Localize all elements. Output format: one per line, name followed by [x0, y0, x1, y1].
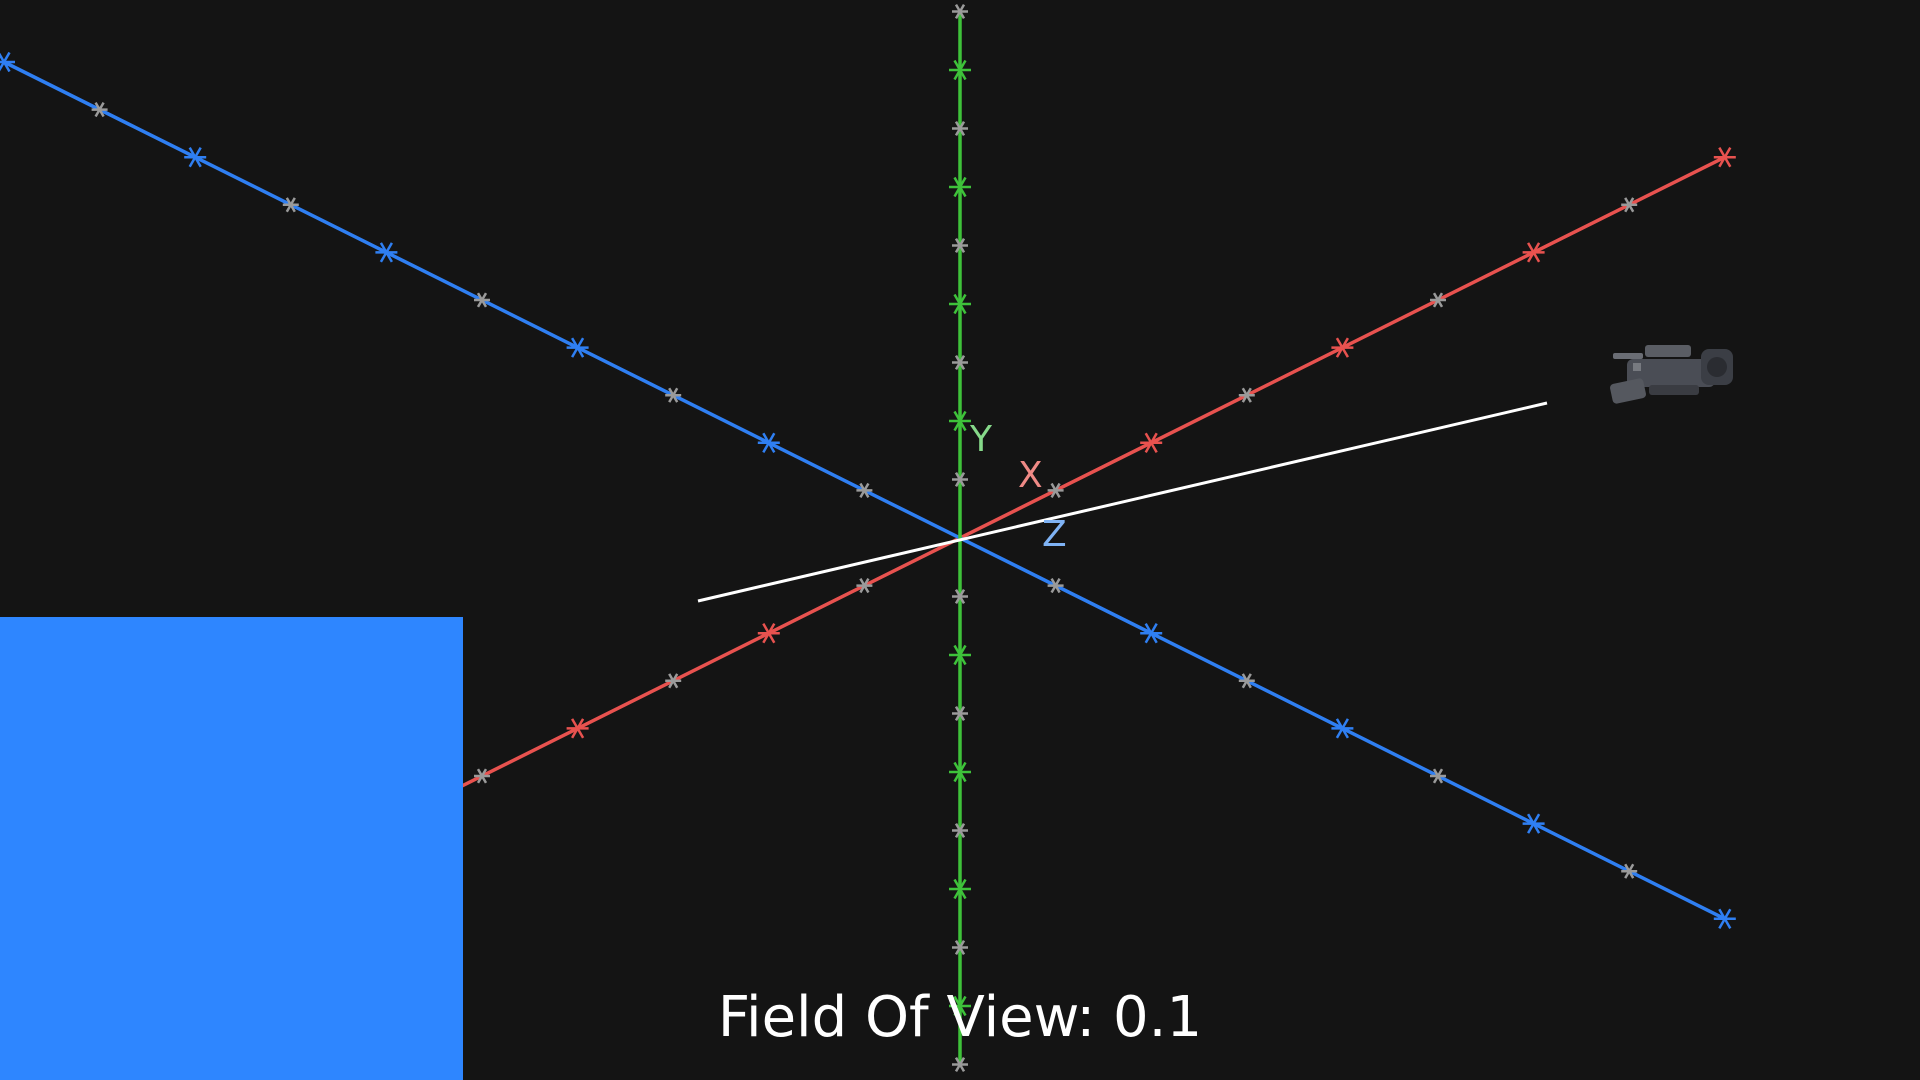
- z-major-tick: [184, 147, 207, 168]
- x-minor-tick: [1238, 387, 1255, 403]
- z-minor-tick: [1238, 673, 1255, 689]
- x-minor-tick: [474, 768, 490, 784]
- 3d-viewport[interactable]: Y X Z Field Of View: 0.1: [0, 0, 1920, 1080]
- z-major-tick: [1713, 908, 1736, 929]
- z-major-tick: [1331, 718, 1354, 739]
- x-major-tick: [1331, 337, 1354, 358]
- z-minor-tick: [91, 102, 108, 118]
- z-minor-tick: [1621, 863, 1638, 879]
- x-major-tick: [1140, 432, 1163, 453]
- z-minor-tick: [665, 387, 682, 403]
- camera-direction-line: [697, 401, 1548, 603]
- z-major-tick: [1522, 813, 1545, 834]
- z-minor-tick: [856, 482, 873, 498]
- z-axis-label: Z: [1042, 514, 1067, 555]
- x-axis-label: X: [1018, 455, 1043, 496]
- x-minor-tick: [1047, 482, 1064, 498]
- x-minor-tick: [1430, 292, 1446, 308]
- x-minor-tick: [856, 578, 873, 594]
- x-major-tick: [1713, 147, 1736, 168]
- z-major-tick: [0, 51, 15, 73]
- video-camera-icon[interactable]: [1609, 345, 1733, 404]
- z-minor-tick: [1047, 578, 1064, 594]
- x-major-tick: [757, 623, 780, 644]
- x-major-tick: [566, 718, 589, 739]
- z-minor-tick: [282, 197, 299, 213]
- blue-color-panel: [0, 617, 463, 1080]
- z-major-tick: [1140, 623, 1163, 644]
- x-axis: [375, 147, 1736, 834]
- z-minor-tick: [1430, 768, 1446, 784]
- z-major-tick: [757, 432, 780, 453]
- z-minor-tick: [474, 292, 490, 308]
- y-axis-label: Y: [969, 419, 993, 460]
- z-major-tick: [375, 242, 398, 263]
- x-major-tick: [1522, 242, 1545, 263]
- x-minor-tick: [1621, 197, 1638, 213]
- z-major-tick: [566, 337, 589, 358]
- x-minor-tick: [665, 673, 682, 689]
